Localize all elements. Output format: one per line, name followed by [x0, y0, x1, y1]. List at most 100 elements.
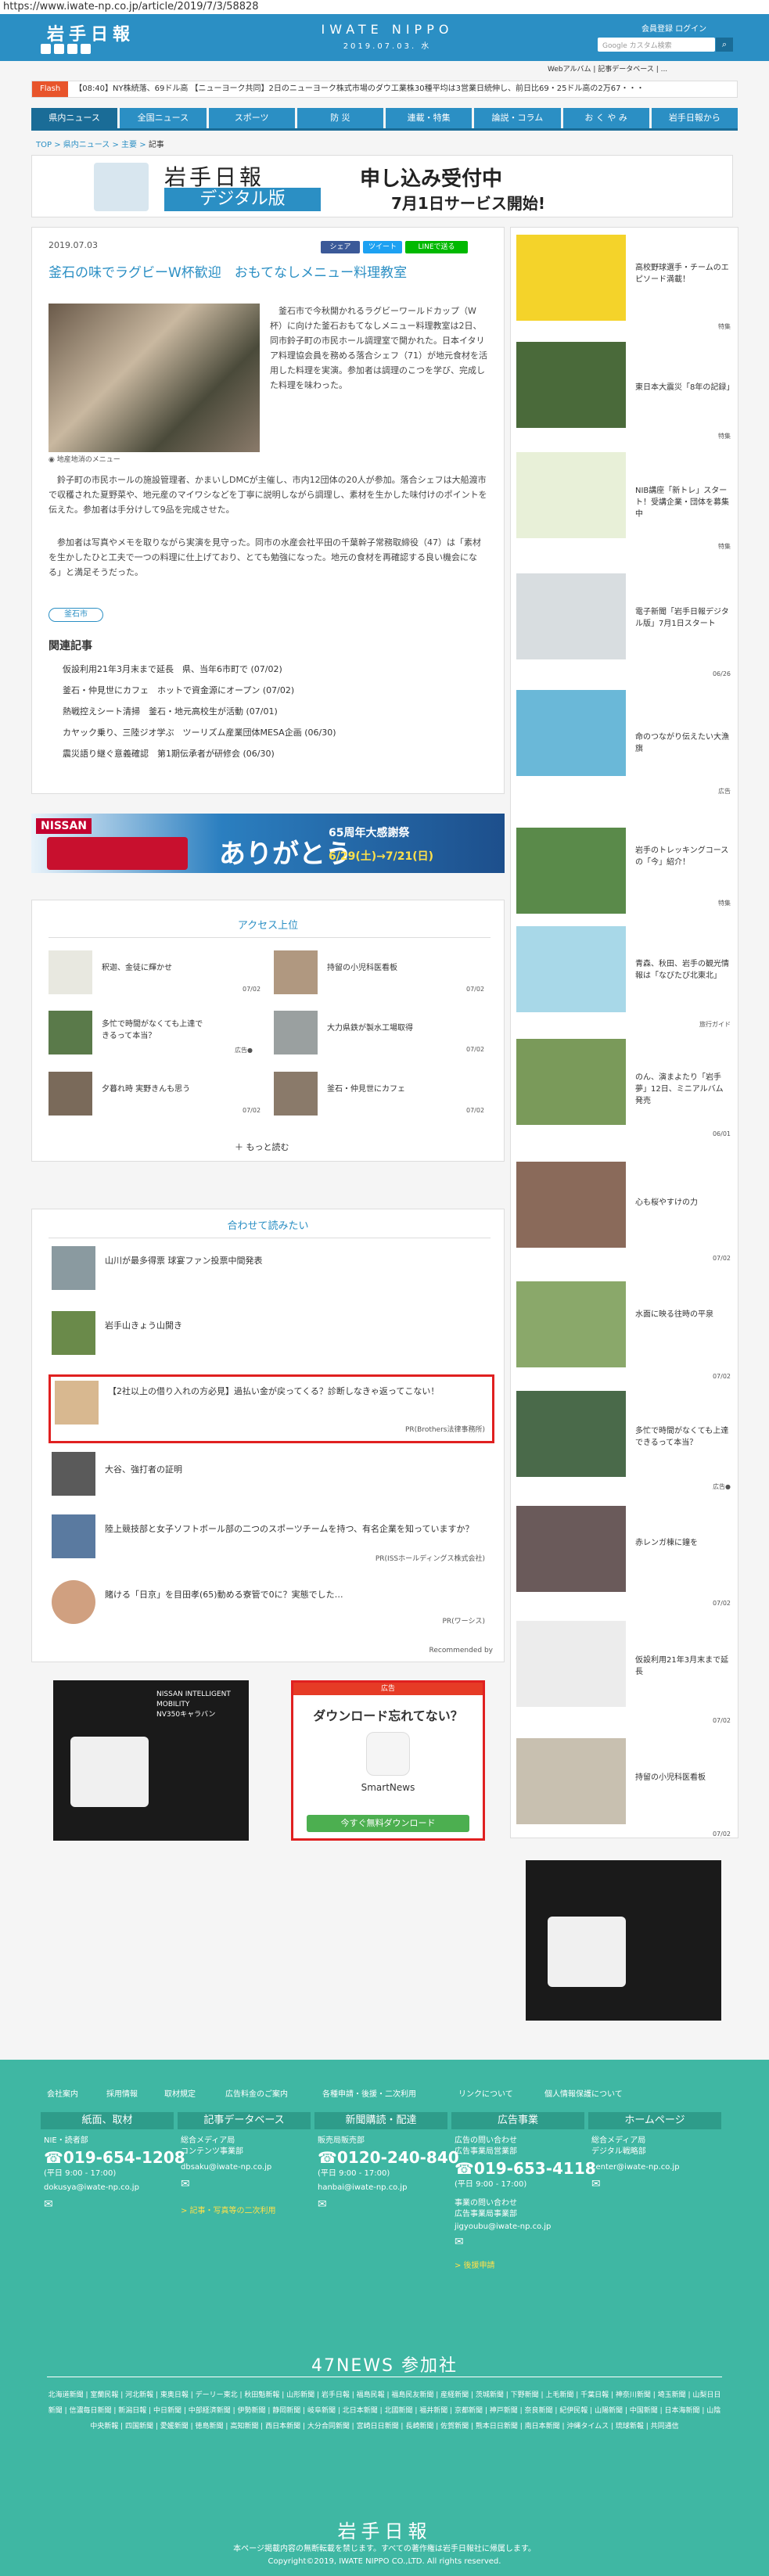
footer-email[interactable]: center@iwate-np.co.jp — [591, 2162, 680, 2173]
related-item[interactable]: 震災語り継ぐ意義確認 第1期伝承者が研修会 (06/30) — [63, 747, 275, 760]
facebook-share-button[interactable]: シェア — [321, 241, 360, 253]
related-item[interactable]: 熱戦控えシート清掃 釜石・地元高校生が活動 (07/01) — [63, 705, 278, 717]
recommend-thumb[interactable] — [55, 1381, 99, 1425]
sidebar-item[interactable]: NIB講座「新トレ」スタート！受講企業・団体を募集中 — [635, 485, 731, 520]
sidebar-item[interactable]: 多忙で時間がなくても上達できるって本当？ — [635, 1425, 731, 1449]
footer-link[interactable]: 会社案内 — [47, 2087, 78, 2099]
sidebar-item[interactable]: 岩手のトレッキングコースの「今」紹介！ — [635, 845, 731, 868]
sidebar-item[interactable]: 高校野球選手・チームのエピソード満載！ — [635, 262, 731, 286]
sidebar-thumb[interactable] — [516, 573, 626, 659]
47news-members[interactable]: 北海道新聞 | 室蘭民報 | 河北新報 | 東奥日報 | デーリー東北 | 秋田… — [47, 2387, 722, 2434]
sidebar-thumb[interactable] — [516, 1281, 626, 1367]
recommend-item[interactable]: 岩手山きょう山開き — [105, 1319, 480, 1332]
article-photo[interactable] — [49, 304, 260, 452]
sidebar-item[interactable]: 水面に映る往時の平泉 — [635, 1309, 731, 1320]
sidebar-item[interactable]: 心も桜やすけの力 — [635, 1197, 731, 1209]
mail-icon[interactable]: ✉ — [455, 2236, 464, 2248]
footer-email[interactable]: hanbai@iwate-np.co.jp — [318, 2183, 407, 2193]
ranking-thumb[interactable] — [274, 1072, 318, 1116]
sidebar-thumb[interactable] — [516, 1738, 626, 1824]
ranking-item[interactable]: 多忙で時間がなくても上達できるって本当？ — [102, 1019, 203, 1042]
sidebar-thumb[interactable] — [516, 828, 626, 914]
instagram-icon[interactable] — [81, 44, 91, 54]
flash-ticker[interactable]: Flash 【08:40】NY株続落、69ドル高 【ニューヨーク共同】2日のニュー… — [31, 81, 738, 98]
nav-item-features[interactable]: 連載・特集 — [386, 108, 473, 128]
search-button[interactable]: ⌕ — [716, 38, 733, 52]
mail-icon[interactable]: ✉ — [44, 2198, 53, 2211]
recommend-thumb[interactable] — [52, 1514, 95, 1558]
line-share-button[interactable]: LINEで送る — [405, 241, 468, 253]
related-item[interactable]: 釜石・仲見世にカフェ ホットで資金源にオープン (07/02) — [63, 684, 294, 696]
footer-link[interactable]: 広告料金のご案内 — [225, 2087, 288, 2099]
nav-item-disaster[interactable]: 防 災 — [296, 108, 383, 128]
sidebar-item[interactable]: のん、演まよたり「岩手夢」12日、ミニアルバム発売 — [635, 1072, 731, 1107]
ranking-item[interactable]: 釜石・仲見世にカフェ — [327, 1083, 429, 1095]
breadcrumb-top[interactable]: TOP — [36, 141, 52, 149]
footer-link[interactable]: > 後援申請 — [455, 2261, 495, 2272]
sidebar-thumb[interactable] — [516, 1391, 626, 1477]
powered-by[interactable]: Recommended by — [376, 1647, 493, 1654]
rss-icon[interactable] — [67, 44, 77, 54]
recommend-thumb[interactable] — [52, 1580, 95, 1624]
recommend-item[interactable]: 陸上競技部と女子ソフトボール部の二つのスポーツチームを持つ、有名企業を知っていま… — [105, 1522, 480, 1536]
nav-item-sports[interactable]: スポーツ — [208, 108, 295, 128]
sidebar-item[interactable]: 電子新聞「岩手日報デジタル版」7月1日スタート — [635, 606, 731, 630]
smartnews-download-button[interactable]: 今すぐ無料ダウンロード — [307, 1815, 469, 1832]
footer-phone[interactable]: ☎019-653-4118 — [455, 2159, 596, 2178]
nav-item-local[interactable]: 県内ニュース — [31, 108, 118, 128]
recommend-item[interactable]: 大谷、強打者の証明 — [105, 1463, 480, 1476]
footer-link[interactable]: 各種申請・後援・二次利用 — [322, 2087, 416, 2099]
breadcrumb-local[interactable]: 県内ニュース — [63, 141, 110, 149]
recommend-thumb[interactable] — [52, 1246, 95, 1290]
sidebar-thumb[interactable] — [516, 1039, 626, 1125]
ranking-item[interactable]: 大力県鉄が製水工場取得 — [327, 1022, 429, 1034]
ranking-item[interactable]: 持留の小児科医看板 — [327, 962, 429, 974]
footer-phone[interactable]: ☎019-654-1208 — [44, 2148, 185, 2167]
footer-link[interactable]: > 記事・写真等の二次利用 — [181, 2206, 276, 2217]
flash-text[interactable]: 【08:40】NY株続落、69ドル高 【ニューヨーク共同】2日のニューヨーク株式… — [74, 84, 644, 93]
facebook-icon[interactable] — [54, 44, 64, 54]
mail-icon[interactable]: ✉ — [591, 2178, 601, 2190]
ranking-item[interactable]: 釈迦、金徒に輝かせ — [102, 962, 203, 974]
recommend-thumb[interactable] — [52, 1452, 95, 1496]
sub-navigation[interactable]: Webアルバム | 記事データベース | ... — [548, 63, 667, 74]
recommend-item[interactable]: 山川が最多得票 球宴ファン投票中間発表 — [105, 1254, 480, 1267]
footer-phone[interactable]: ☎0120-240-840 — [318, 2148, 459, 2167]
sidebar-thumb[interactable] — [516, 235, 626, 321]
recommend-thumb[interactable] — [52, 1311, 95, 1355]
recommend-item[interactable]: 賭ける「日京」を目田孝(65)動める寮管で0に？実態でした… — [105, 1588, 480, 1601]
footer-link[interactable]: 個人情報保護について — [544, 2087, 623, 2099]
footer-email[interactable]: dbsaku@iwate-np.co.jp — [181, 2162, 271, 2173]
footer-logo[interactable]: 岩手日報 — [0, 2516, 769, 2543]
member-links[interactable]: 会員登録 ログイン — [641, 22, 706, 34]
related-item[interactable]: 仮設利用21年3月末まで延長 県、当年6市町で (07/02) — [63, 663, 282, 675]
sidebar-thumb[interactable] — [516, 1506, 626, 1592]
ranking-thumb[interactable] — [274, 1011, 318, 1054]
footer-email[interactable]: jigyoubu@iwate-np.co.jp — [455, 2222, 551, 2233]
footer-link[interactable]: 取材規定 — [164, 2087, 196, 2099]
sidebar-item[interactable]: 青森、秋田、岩手の観光情報は「なびたび北東北」 — [635, 958, 731, 982]
sidebar-thumb[interactable] — [516, 1162, 626, 1248]
sidebar-thumb[interactable] — [516, 690, 626, 776]
footer-link[interactable]: 採用情報 — [106, 2087, 138, 2099]
recommend-item[interactable]: 【2社以上の借り入れの方必見】過払い金が戻ってくる？診断しなきゃ返ってこない！ — [108, 1385, 483, 1398]
sidebar-thumb[interactable] — [516, 342, 626, 428]
sidebar-item[interactable]: 東日本大震災「8年の記録」 — [635, 382, 734, 393]
read-more-button[interactable]: ＋ もっと読む — [235, 1141, 289, 1153]
sidebar-item[interactable]: 持留の小児科医看板 — [635, 1772, 731, 1784]
twitter-icon[interactable] — [41, 44, 51, 54]
nav-item-obituary[interactable]: お く や み — [562, 108, 649, 128]
ranking-thumb[interactable] — [49, 1011, 92, 1054]
nav-item-national[interactable]: 全国ニュース — [120, 108, 207, 128]
ranking-thumb[interactable] — [274, 950, 318, 994]
sidebar-thumb[interactable] — [516, 926, 626, 1012]
mail-icon[interactable]: ✉ — [181, 2178, 190, 2190]
sidebar-thumb[interactable] — [516, 1621, 626, 1707]
ranking-thumb[interactable] — [49, 950, 92, 994]
nav-item-from-nippo[interactable]: 岩手日報から — [651, 108, 738, 128]
tag-kamaishi[interactable]: 釜石市 — [49, 608, 103, 622]
sidebar-thumb[interactable] — [516, 452, 626, 538]
search-input[interactable]: Google カスタム検索 — [598, 38, 715, 52]
address-bar[interactable]: https://www.iwate-np.co.jp/article/2019/… — [0, 0, 769, 14]
sidebar-item[interactable]: 命のつながり伝えたい大漁旗 — [635, 731, 731, 755]
